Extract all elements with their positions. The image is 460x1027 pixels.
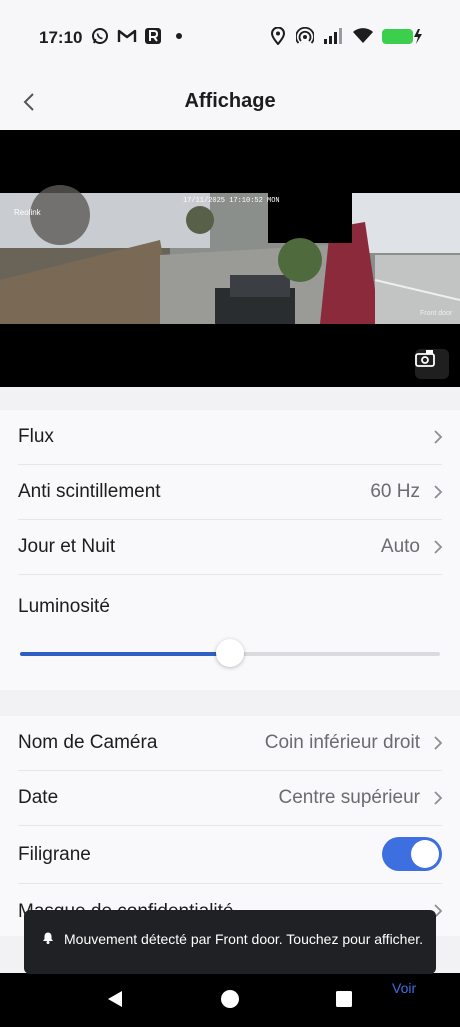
setting-label: Jour et Nuit <box>18 536 116 557</box>
setting-row-brightness: Luminosité <box>0 580 460 634</box>
chevron-right-icon <box>434 485 443 499</box>
video-watermark: Reolink <box>14 208 41 217</box>
setting-label: Anti scintillement <box>18 481 161 502</box>
wifi-icon <box>351 26 375 46</box>
page-title: Affichage <box>184 90 276 112</box>
motion-toast[interactable]: Mouvement détecté par Front door. Touche… <box>24 910 436 974</box>
setting-label: Nom de Caméra <box>18 732 158 753</box>
status-time: 17:10 <box>39 28 83 47</box>
setting-value: Coin inférieur droit <box>264 732 420 753</box>
location-icon <box>270 26 286 46</box>
recents-square-icon[interactable] <box>336 991 352 1012</box>
status-bar: 17:10 <box>0 0 460 75</box>
watermark-toggle[interactable] <box>382 837 442 871</box>
toggle-knob <box>411 840 439 868</box>
header: Affichage <box>0 75 460 130</box>
brightness-slider-fill <box>20 652 230 656</box>
setting-row-day-night[interactable]: Jour et Nuit Auto <box>0 520 460 574</box>
chevron-right-icon <box>434 736 443 750</box>
video-camera-name: Front door <box>420 310 453 317</box>
chevron-right-icon <box>434 540 443 554</box>
brightness-slider-thumb[interactable] <box>216 639 244 667</box>
setting-label: Flux <box>18 426 54 447</box>
dot-icon <box>174 26 184 46</box>
chevron-right-icon <box>434 430 443 444</box>
setting-label: Date <box>18 787 59 808</box>
whatsapp-icon <box>90 26 110 46</box>
divider <box>18 825 442 826</box>
app-r-icon <box>143 26 163 46</box>
toast-action-button[interactable]: Voir <box>392 980 416 996</box>
hotspot-icon <box>296 26 314 46</box>
back-triangle-icon[interactable] <box>106 989 124 1014</box>
camera-feed-image <box>0 185 460 324</box>
setting-row-flux[interactable]: Flux <box>0 410 460 464</box>
setting-value: Auto <box>380 536 420 557</box>
chevron-right-icon <box>434 791 443 805</box>
brightness-label: Luminosité <box>18 596 110 617</box>
camera-snapshot-icon[interactable] <box>415 349 449 379</box>
setting-row-anti-flicker[interactable]: Anti scintillement 60 Hz <box>0 465 460 519</box>
system-nav-bar <box>0 973 460 1027</box>
video-timestamp: 17/11/2025 17:10:52 MON <box>183 197 280 205</box>
setting-value: 60 Hz <box>370 481 420 502</box>
toast-message: Mouvement détecté par Front door. Touche… <box>64 931 424 947</box>
setting-label: Filigrane <box>18 844 91 865</box>
setting-row-date[interactable]: Date Centre supérieur <box>0 771 460 825</box>
home-circle-icon[interactable] <box>220 989 240 1014</box>
divider <box>18 574 442 575</box>
gmail-icon <box>116 26 138 46</box>
battery-charging-icon <box>380 26 424 46</box>
setting-value: Centre supérieur <box>278 787 420 808</box>
setting-row-camera-name[interactable]: Nom de Caméra Coin inférieur droit <box>0 716 460 770</box>
bell-icon <box>42 930 54 949</box>
brightness-slider[interactable] <box>20 639 440 667</box>
signal-icon <box>322 26 346 46</box>
video-preview[interactable]: 17/11/2025 17:10:52 MON Reolink Front do… <box>0 130 460 387</box>
